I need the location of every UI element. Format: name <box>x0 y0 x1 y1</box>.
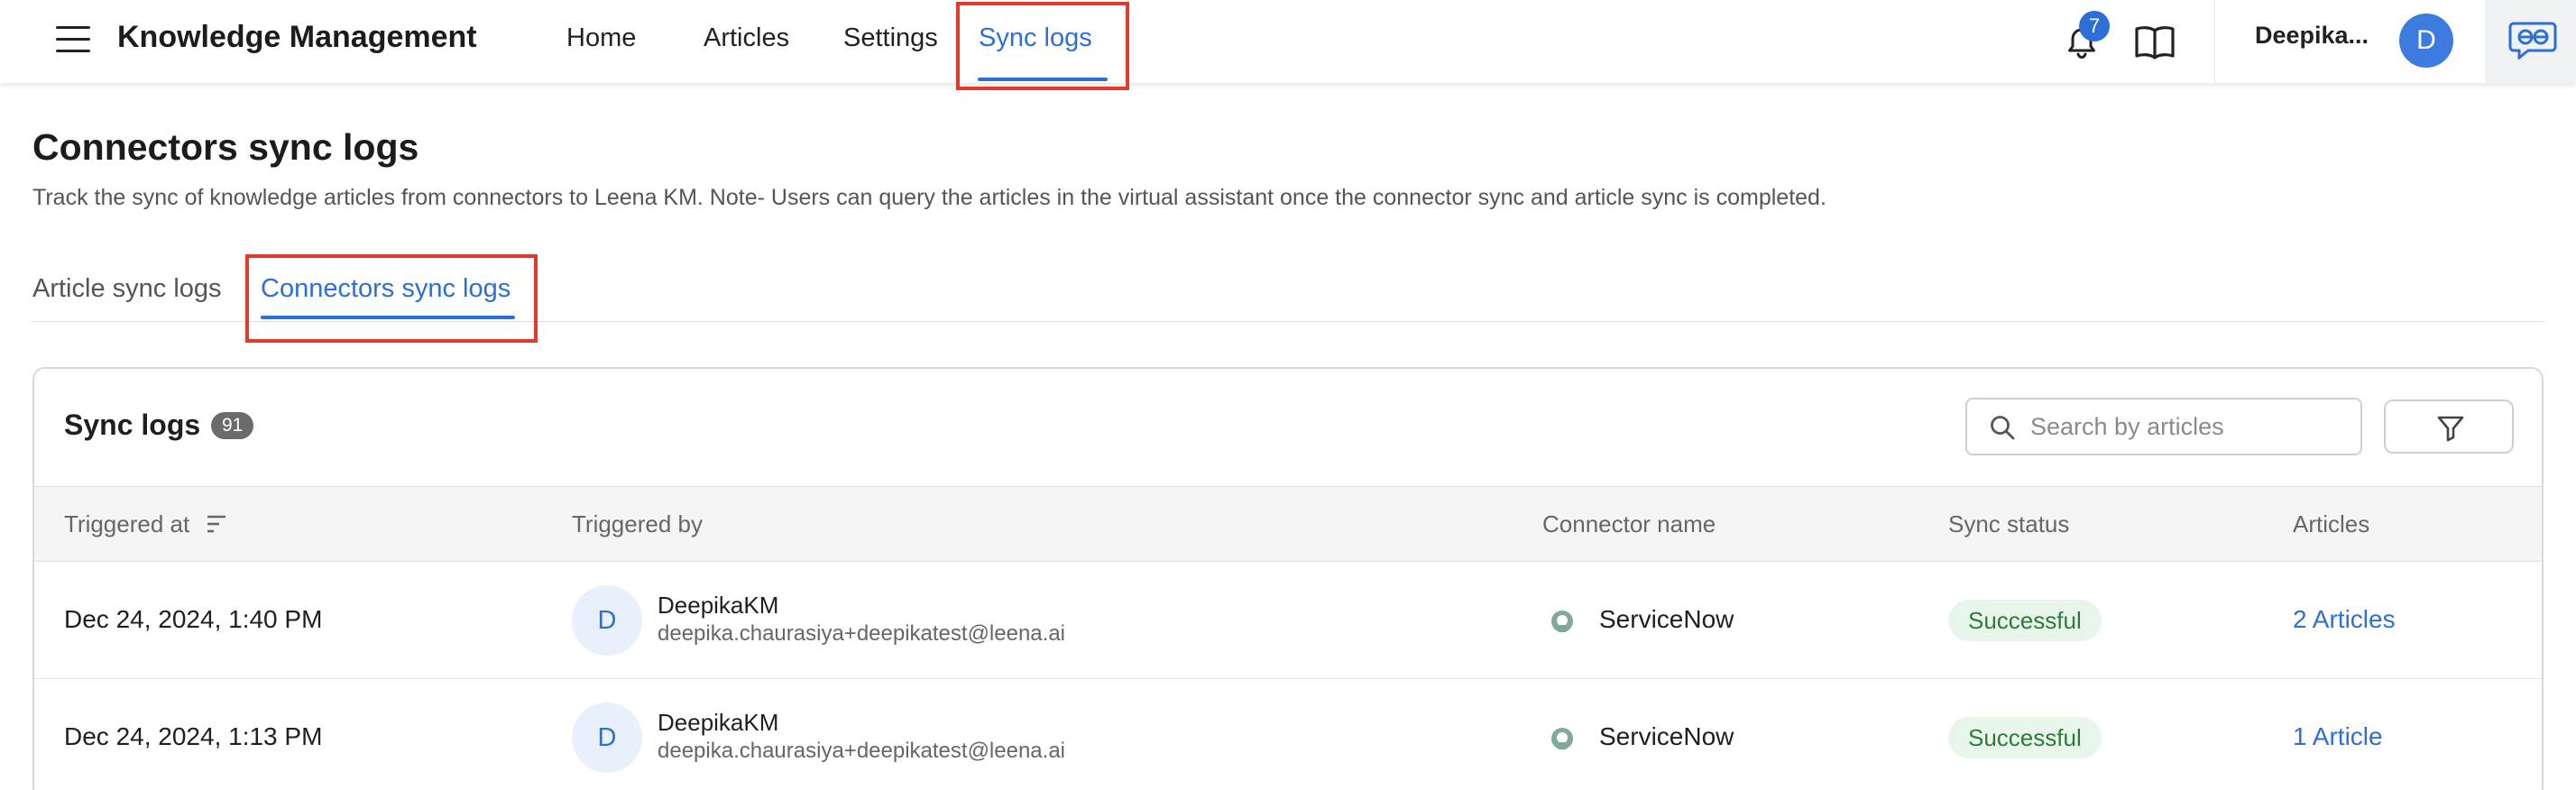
servicenow-icon <box>1551 728 1573 749</box>
table-row[interactable]: Dec 24, 2024, 1:13 PM D DeepikaKM deepik… <box>34 679 2542 790</box>
connector-name: ServiceNow <box>1599 605 1734 633</box>
search-input[interactable] <box>2030 409 2346 445</box>
user-name[interactable]: Deepika... <box>2255 22 2369 50</box>
user-avatar[interactable]: D <box>2399 14 2453 68</box>
triggered-by-email: deepika.chaurasiya+deepikatest@leena.ai <box>658 621 1066 646</box>
sync-logs-card: Sync logs 91 Triggered at Triggered by C… <box>32 367 2544 790</box>
column-header-sync-status: Sync status <box>1948 510 2070 537</box>
page-description: Track the sync of knowledge articles fro… <box>32 185 1826 210</box>
column-header-triggered-at[interactable]: Triggered at <box>64 510 189 538</box>
user-avatar: D <box>572 703 642 773</box>
app-title: Knowledge Management <box>117 20 477 54</box>
nav-home[interactable]: Home <box>566 23 636 53</box>
leena-logo[interactable] <box>2485 0 2576 83</box>
connector-name: ServiceNow <box>1599 722 1734 750</box>
tab-highlight-box <box>245 254 538 343</box>
nav-settings[interactable]: Settings <box>843 23 938 53</box>
nav-highlight-box <box>956 2 1129 90</box>
sync-logs-count-badge: 91 <box>211 412 254 439</box>
user-avatar: D <box>572 585 642 656</box>
notification-count-badge: 7 <box>2079 11 2110 41</box>
triggered-at-cell: Dec 24, 2024, 1:13 PM <box>64 722 323 750</box>
column-header-articles: Articles <box>2293 510 2370 537</box>
leena-logo-icon <box>2508 22 2557 60</box>
column-header-triggered-by: Triggered by <box>572 510 703 537</box>
status-badge: Successful <box>1948 717 2102 758</box>
triggered-by-email: deepika.chaurasiya+deepikatest@leena.ai <box>658 739 1066 763</box>
tab-article-sync-logs[interactable]: Article sync logs <box>32 274 222 304</box>
table-header: Triggered at Triggered by Connector name… <box>34 486 2542 562</box>
servicenow-icon <box>1551 611 1573 632</box>
nav-articles[interactable]: Articles <box>704 23 789 53</box>
triggered-at-cell: Dec 24, 2024, 1:40 PM <box>64 605 323 633</box>
page-title: Connectors sync logs <box>32 126 419 168</box>
search-icon <box>1991 416 2015 440</box>
column-header-connector-name: Connector name <box>1542 510 1716 537</box>
filter-icon <box>2437 416 2464 442</box>
triggered-by-name: DeepikaKM <box>658 592 779 619</box>
triggered-by-name: DeepikaKM <box>658 709 779 736</box>
table-row[interactable]: Dec 24, 2024, 1:40 PM D DeepikaKM deepik… <box>34 562 2542 679</box>
top-bar: Knowledge Management Home Articles Setti… <box>0 0 2576 90</box>
card-title: Sync logs <box>64 409 201 441</box>
filter-button[interactable] <box>2384 400 2514 454</box>
sort-icon[interactable] <box>206 514 227 534</box>
hamburger-menu-icon[interactable] <box>56 26 90 53</box>
articles-link[interactable]: 1 Article <box>2293 722 2383 751</box>
book-icon[interactable] <box>2133 23 2176 61</box>
articles-link[interactable]: 2 Articles <box>2293 605 2396 634</box>
status-badge: Successful <box>1948 600 2102 641</box>
search-box[interactable] <box>1965 398 2362 455</box>
